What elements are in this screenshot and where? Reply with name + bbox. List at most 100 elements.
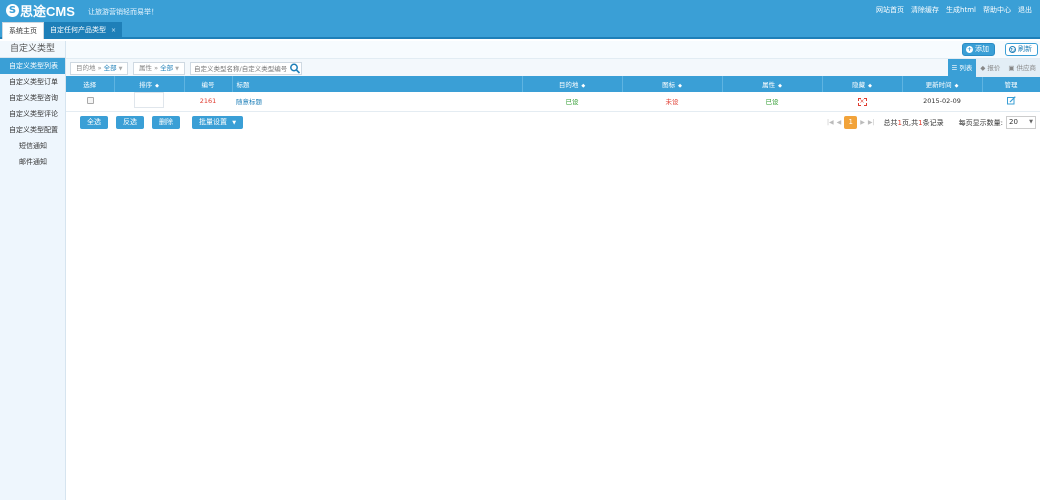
plus-icon: + (966, 46, 973, 53)
chevron-down-icon: ▼ (118, 66, 123, 72)
page-current[interactable]: 1 (844, 116, 858, 129)
batch-settings-button[interactable]: 批量设置 ▼ (192, 115, 244, 129)
sidebar-item-type-reviews[interactable]: 自定义类型评论 (0, 106, 65, 122)
table-header-row: 选择 排序 ◆ 编号 标题 目的地 ◆ 图标 ◆ 属性 ◆ 隐藏 ◆ 更新时间 ◆ 管理 (66, 76, 1040, 92)
chevron-down-icon: ▼ (1029, 119, 1033, 125)
next-page-icon[interactable]: ▶ (860, 119, 865, 126)
sidebar-item-email-notice[interactable]: 邮件通知 (0, 154, 65, 170)
col-select-label: 选择 (83, 81, 97, 89)
add-button-label: 添加 (975, 45, 989, 53)
last-page-icon[interactable]: ▶| (868, 119, 875, 126)
row-icon-status[interactable]: 未设 (666, 98, 679, 106)
refresh-icon: ↻ (1009, 46, 1016, 54)
sort-icon: ◆ (778, 83, 782, 89)
link-site-home[interactable]: 网站首页 (876, 5, 904, 15)
row-title-link[interactable]: 随意标题 (236, 98, 262, 106)
sidebar-item-type-orders[interactable]: 自定义类型订单 (0, 74, 65, 90)
sidebar-item-sms-notice[interactable]: 短信通知 (0, 138, 65, 154)
row-icon: 未设 (622, 92, 722, 112)
col-manage: 管理 (982, 76, 1040, 92)
edit-icon[interactable] (1006, 96, 1016, 105)
table-row: 2161 随意标题 已设 未设 已设 × 2015-02-09 (66, 92, 1040, 112)
action-bar: + 添加 ↻ 刷新 (66, 41, 1040, 58)
tab-view-list[interactable]: ☰ 列表 (947, 59, 977, 77)
per-page-select[interactable]: 20 ▼ (1006, 116, 1036, 129)
col-title-label: 标题 (236, 81, 250, 89)
close-icon[interactable]: × (111, 27, 116, 34)
logo-icon: S (6, 3, 19, 17)
tab-home-label: 系统主页 (9, 27, 37, 35)
link-logout[interactable]: 退出 (1018, 5, 1032, 15)
tab-view-price[interactable]: ◆ 报价 (976, 59, 1005, 77)
add-button[interactable]: + 添加 (962, 43, 995, 56)
destination-filter-value: 全部 (103, 64, 117, 72)
delete-button[interactable]: 删除 (152, 115, 180, 129)
row-title-cell: 随意标题 (232, 92, 522, 112)
col-hidden[interactable]: 隐藏 ◆ (822, 76, 903, 92)
col-hidden-label: 隐藏 (852, 81, 866, 89)
prev-page-icon[interactable]: ◀ (837, 119, 842, 126)
attribute-filter-value: 全部 (160, 64, 174, 72)
row-destination-status[interactable]: 已设 (566, 98, 579, 106)
sidebar: 自定义类型 自定义类型列表 自定义类型订单 自定义类型咨询 自定义类型评论 自定… (0, 41, 66, 500)
attribute-filter[interactable]: 属性 » 全部 ▼ (133, 62, 185, 75)
row-manage-cell (982, 92, 1040, 112)
layers-icon: ◆ (980, 64, 986, 72)
link-help-center[interactable]: 帮助中心 (983, 5, 1011, 15)
filter-bar: 目的地 » 全部▼ 属性 » 全部▼ ☰ 列表 ◆ 报价 ▣ 供应商 (66, 58, 1040, 77)
link-generate-html[interactable]: 生成html (946, 5, 976, 15)
page-summary: 总共1页,共1条记录 (883, 118, 943, 128)
col-title: 标题 (232, 76, 523, 92)
row-hidden-cell: × (822, 92, 902, 112)
col-id-label: 编号 (201, 81, 215, 89)
col-icon-label: 图标 (662, 81, 676, 89)
sort-icon: ◆ (581, 83, 586, 89)
row-attribute: 已设 (722, 92, 822, 112)
row-id: 2161 (184, 92, 232, 112)
invert-selection-button[interactable]: 反选 (116, 115, 144, 129)
top-links: 网站首页 清除缓存 生成html 帮助中心 退出 (876, 5, 1032, 15)
sidebar-item-type-inquiry[interactable]: 自定义类型咨询 (0, 90, 65, 106)
list-icon: ☰ (951, 64, 958, 72)
col-id: 编号 (184, 76, 233, 92)
order-input[interactable] (134, 92, 164, 109)
col-updated[interactable]: 更新时间 ◆ (902, 76, 983, 92)
first-page-icon[interactable]: |◀ (827, 119, 834, 126)
tab-custom-type-label: 自定任何产品类型 (50, 26, 106, 34)
sidebar-item-type-config[interactable]: 自定义类型配置 (0, 122, 65, 138)
search-icon[interactable] (289, 63, 301, 74)
refresh-button[interactable]: ↻ 刷新 (1005, 43, 1038, 56)
destination-filter[interactable]: 目的地 » 全部 ▼ (70, 62, 129, 75)
col-destination[interactable]: 目的地 ◆ (522, 76, 623, 92)
logo[interactable]: S 思途CMS (6, 2, 75, 19)
tab-view-list-label: 列表 (959, 64, 973, 72)
tab-custom-type[interactable]: 自定任何产品类型 × (44, 22, 123, 39)
top-header: S 思途CMS 让旅游营销轻而易举！ 网站首页 清除缓存 生成html 帮助中心… (0, 0, 1040, 20)
col-destination-label: 目的地 (558, 81, 579, 89)
select-all-button[interactable]: 全选 (80, 115, 108, 129)
col-select: 选择 (66, 76, 115, 92)
col-order-label: 排序 (139, 81, 153, 89)
col-updated-label: 更新时间 (925, 81, 952, 89)
sort-icon: ◆ (868, 83, 872, 89)
batch-settings-label: 批量设置 (199, 117, 227, 126)
sort-icon: ◆ (678, 83, 682, 89)
col-attribute-label: 属性 (762, 81, 776, 89)
col-icon[interactable]: 图标 ◆ (622, 76, 723, 92)
row-destination: 已设 (522, 92, 622, 112)
link-clear-cache[interactable]: 清除缓存 (911, 5, 939, 15)
col-attribute[interactable]: 属性 ◆ (722, 76, 823, 92)
row-updated: 2015-02-09 (902, 92, 982, 112)
col-manage-label: 管理 (1004, 81, 1018, 89)
search-input[interactable] (190, 62, 302, 75)
sidebar-item-type-list[interactable]: 自定义类型列表 (0, 58, 65, 74)
summary-text: 总共 (883, 118, 898, 127)
bottom-bar: 全选 反选 删除 批量设置 ▼ |◀ ◀ 1 ▶ ▶| 总共1页,共1条记录 每… (66, 112, 1040, 134)
tab-home[interactable]: 系统主页 (2, 22, 44, 39)
col-order[interactable]: 排序 ◆ (114, 76, 185, 92)
row-attribute-status[interactable]: 已设 (766, 98, 779, 106)
chevron-down-icon: ▼ (175, 66, 179, 72)
row-checkbox[interactable] (86, 96, 94, 104)
tab-view-supplier[interactable]: ▣ 供应商 (1004, 59, 1040, 77)
hidden-toggle-icon[interactable]: × (857, 97, 867, 106)
